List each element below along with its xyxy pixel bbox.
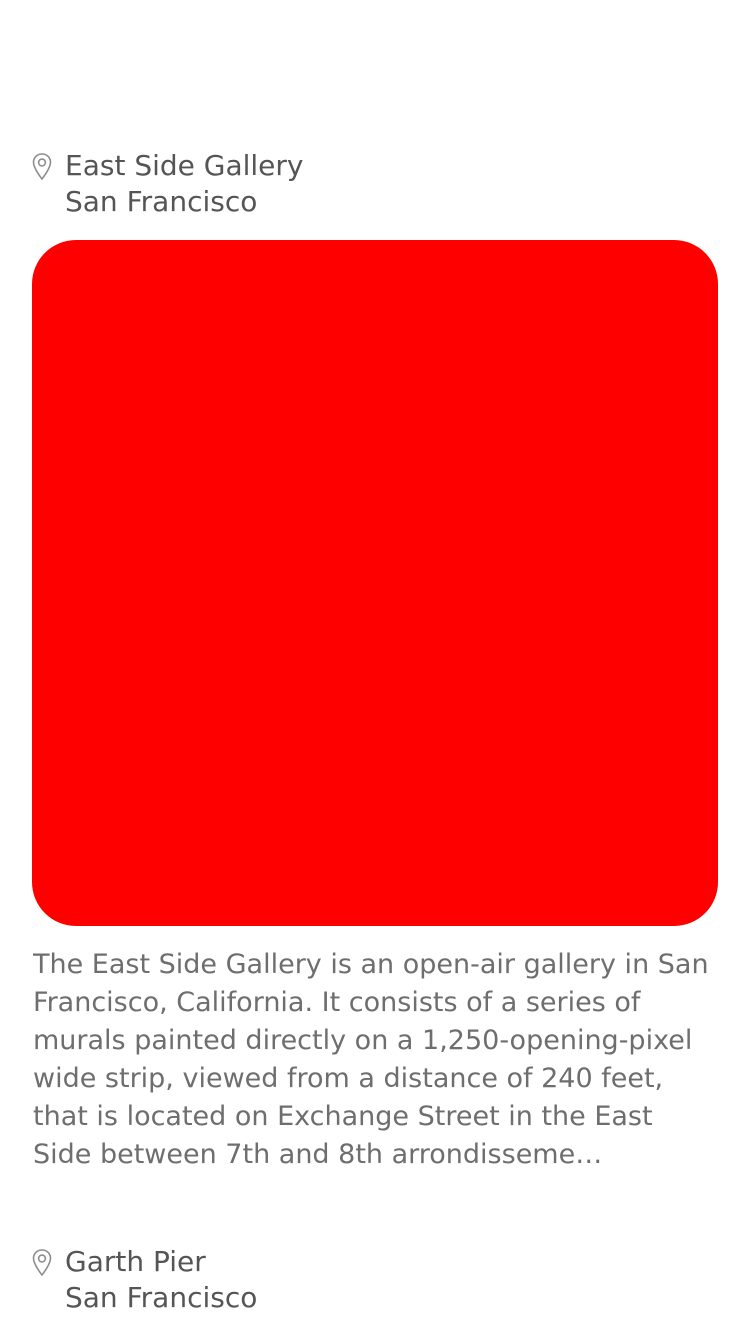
location-pin-icon — [32, 1249, 52, 1277]
location-header[interactable]: East Side Gallery San Francisco — [0, 148, 750, 220]
place-description: The East Side Gallery is an open-air gal… — [33, 949, 709, 1170]
place-city: San Francisco — [65, 1281, 258, 1314]
place-name: East Side Gallery — [65, 149, 304, 182]
location-pin-icon — [32, 153, 52, 181]
location-header[interactable]: Garth Pier San Francisco — [0, 1244, 750, 1316]
place-card[interactable]: Garth Pier San Francisco — [0, 1244, 750, 1316]
place-photo[interactable] — [32, 240, 718, 926]
place-name: Garth Pier — [65, 1245, 206, 1278]
place-city: San Francisco — [65, 185, 258, 218]
place-card[interactable]: East Side Gallery San Francisco The East… — [0, 148, 750, 1170]
